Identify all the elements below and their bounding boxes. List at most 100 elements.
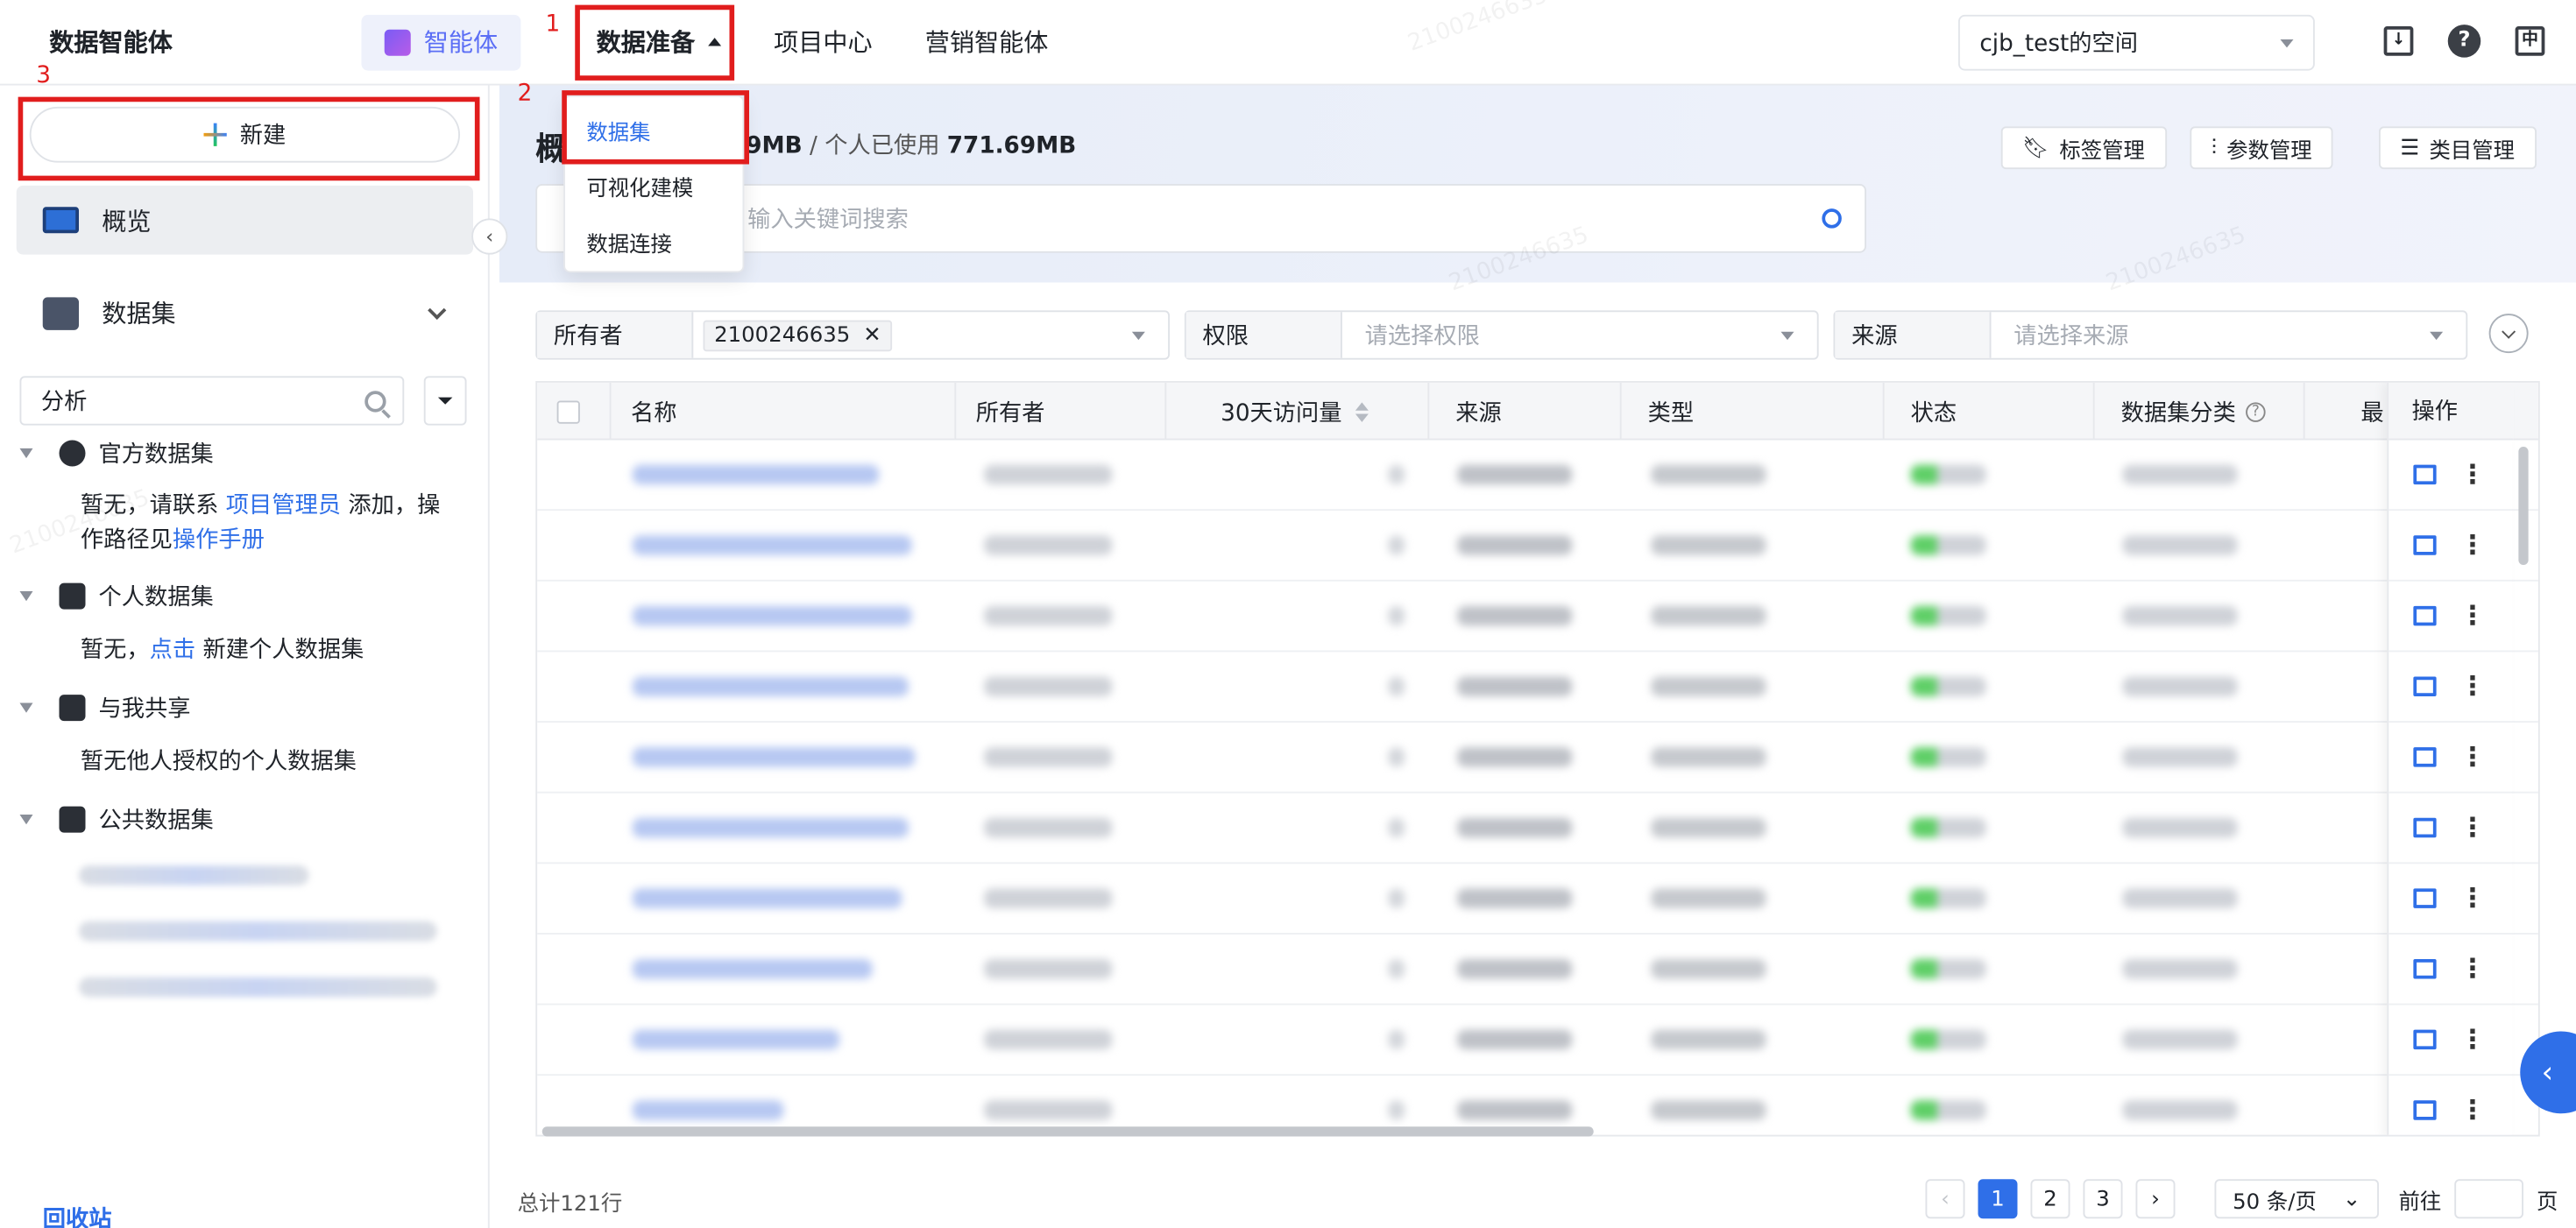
dataset-name-link[interactable]: [632, 464, 880, 485]
table-cell: [1457, 464, 1573, 485]
more-icon[interactable]: ⋮: [2459, 955, 2486, 982]
sidebar-item-dataset[interactable]: 数据集: [42, 296, 457, 330]
col-visits[interactable]: 30天访问量: [1166, 382, 1430, 441]
project-admin-link[interactable]: 项目管理员: [226, 493, 341, 519]
filter-button[interactable]: ⏷: [423, 376, 467, 426]
more-icon[interactable]: ⋮: [2459, 1026, 2486, 1053]
param-manage-button[interactable]: ⫶ 参数管理: [2190, 126, 2333, 170]
tree-toggle-icon[interactable]: [19, 815, 33, 825]
tree-node-official[interactable]: 官方数据集: [19, 437, 214, 470]
table-row[interactable]: [537, 652, 2538, 723]
expand-icon[interactable]: [2413, 676, 2437, 696]
more-icon[interactable]: ⋮: [2459, 461, 2486, 488]
dataset-name-link[interactable]: [632, 959, 873, 979]
tree-toggle-icon[interactable]: [19, 702, 33, 713]
search-icon[interactable]: [1822, 208, 1842, 229]
create-personal-link[interactable]: 点击: [150, 638, 196, 664]
expand-icon[interactable]: [2413, 464, 2437, 485]
table-row[interactable]: [537, 511, 2538, 582]
more-icon[interactable]: ⋮: [2459, 814, 2486, 841]
more-icon[interactable]: ⋮: [2459, 1097, 2486, 1124]
list-item[interactable]: [79, 921, 437, 942]
dataset-name-link[interactable]: [632, 605, 912, 626]
table-row[interactable]: [537, 723, 2538, 794]
tree-toggle-icon[interactable]: [19, 591, 33, 602]
expand-filters-button[interactable]: [2488, 314, 2529, 354]
dataset-name-link[interactable]: [632, 1100, 784, 1120]
category-manage-button[interactable]: ☰ 类目管理: [2379, 126, 2537, 170]
more-icon[interactable]: ⋮: [2459, 602, 2486, 629]
actions-column: 操作 ⋮ ⋮ ⋮ ⋮ ⋮ ⋮ ⋮ ⋮ ⋮ ⋮: [2387, 382, 2514, 1135]
owner-filter[interactable]: 所有者 2100246635 ✕: [535, 310, 1170, 360]
page-button[interactable]: 2: [2030, 1179, 2070, 1219]
expand-icon[interactable]: [2413, 605, 2437, 626]
menu-item-data-connection[interactable]: 数据连接: [586, 227, 672, 258]
sidebar-item-label: 数据集: [102, 299, 176, 328]
tree-toggle-icon[interactable]: [19, 448, 33, 459]
more-icon[interactable]: ⋮: [2459, 673, 2486, 700]
tag-manage-button[interactable]: 🔖︎ 标签管理: [2000, 126, 2167, 170]
table-cell: [984, 1100, 1113, 1120]
dataset-name-link[interactable]: [632, 535, 912, 555]
nav-agent[interactable]: 智能体: [361, 13, 521, 70]
close-icon[interactable]: ✕: [863, 322, 881, 347]
dataset-name-link[interactable]: [632, 747, 916, 767]
more-icon[interactable]: ⋮: [2459, 532, 2486, 559]
expand-icon[interactable]: [2413, 1100, 2437, 1120]
select-all-checkbox[interactable]: [556, 399, 580, 423]
horizontal-scrollbar[interactable]: [541, 1126, 1594, 1137]
table-row[interactable]: [537, 864, 2538, 935]
dataset-name-link[interactable]: [632, 1029, 840, 1050]
dataset-name-link[interactable]: [632, 817, 909, 838]
sidebar-search-input[interactable]: 分析: [19, 376, 405, 426]
manual-link[interactable]: 操作手册: [173, 527, 265, 554]
tree-node-shared[interactable]: 与我共享: [19, 691, 191, 724]
help-icon[interactable]: ?: [2447, 25, 2481, 58]
goto-page-input[interactable]: [2454, 1179, 2524, 1219]
menu-item-visual-modeling[interactable]: 可视化建模: [586, 171, 693, 202]
official-text-pre: 暂无，请联系: [80, 492, 226, 519]
table-row[interactable]: [537, 582, 2538, 653]
expand-icon[interactable]: [2413, 747, 2437, 767]
page-button[interactable]: 1: [1978, 1179, 2018, 1219]
next-page-button[interactable]: ›: [2135, 1179, 2176, 1219]
page-button[interactable]: 3: [2083, 1179, 2123, 1219]
source-filter[interactable]: 来源 请选择来源: [1833, 310, 2468, 360]
collapse-sidebar-button[interactable]: ‹: [471, 218, 508, 255]
list-item[interactable]: [79, 865, 309, 886]
table-row[interactable]: [537, 441, 2538, 512]
help-icon[interactable]: ?: [2246, 401, 2266, 421]
expand-icon[interactable]: [2413, 1029, 2437, 1050]
expand-icon[interactable]: [2413, 959, 2437, 979]
table-row[interactable]: [537, 794, 2538, 865]
tree-node-personal[interactable]: 个人数据集: [19, 580, 214, 613]
permission-filter[interactable]: 权限 请选择权限: [1184, 310, 1819, 360]
prev-page-button[interactable]: ‹: [1925, 1179, 1965, 1219]
expand-icon[interactable]: [2413, 535, 2437, 555]
scroll-thumb[interactable]: [2518, 447, 2529, 565]
nav-project-center[interactable]: 项目中心: [774, 25, 873, 59]
download-icon[interactable]: ↓: [2382, 25, 2416, 58]
tree-node-public[interactable]: 公共数据集: [19, 803, 214, 836]
table-row[interactable]: [537, 1006, 2538, 1076]
table-cell: [2122, 464, 2238, 485]
language-icon[interactable]: 中: [2514, 25, 2547, 58]
sidebar-item-overview[interactable]: 概览: [16, 185, 473, 255]
expand-icon[interactable]: [2413, 888, 2437, 908]
table-cell: [2122, 888, 2238, 908]
official-empty-text: 暂无，请联系 项目管理员 添加，操作路径见操作手册: [81, 490, 462, 559]
space-select[interactable]: cjb_test的空间: [1958, 14, 2315, 71]
page-size-select[interactable]: 50 条/页 ⌄: [2214, 1179, 2379, 1219]
recycle-bin[interactable]: 回收站: [43, 1203, 112, 1228]
more-icon[interactable]: ⋮: [2459, 743, 2486, 770]
sort-icon[interactable]: [1355, 401, 1369, 421]
vertical-scrollbar[interactable]: [2516, 443, 2532, 1117]
table-row[interactable]: [537, 935, 2538, 1006]
table-cell: [1457, 959, 1573, 979]
nav-marketing-agent[interactable]: 营销智能体: [925, 25, 1049, 59]
dataset-name-link[interactable]: [632, 676, 909, 696]
dataset-name-link[interactable]: [632, 888, 902, 908]
expand-icon[interactable]: [2413, 817, 2437, 838]
list-item[interactable]: [79, 977, 437, 998]
more-icon[interactable]: ⋮: [2459, 885, 2486, 912]
